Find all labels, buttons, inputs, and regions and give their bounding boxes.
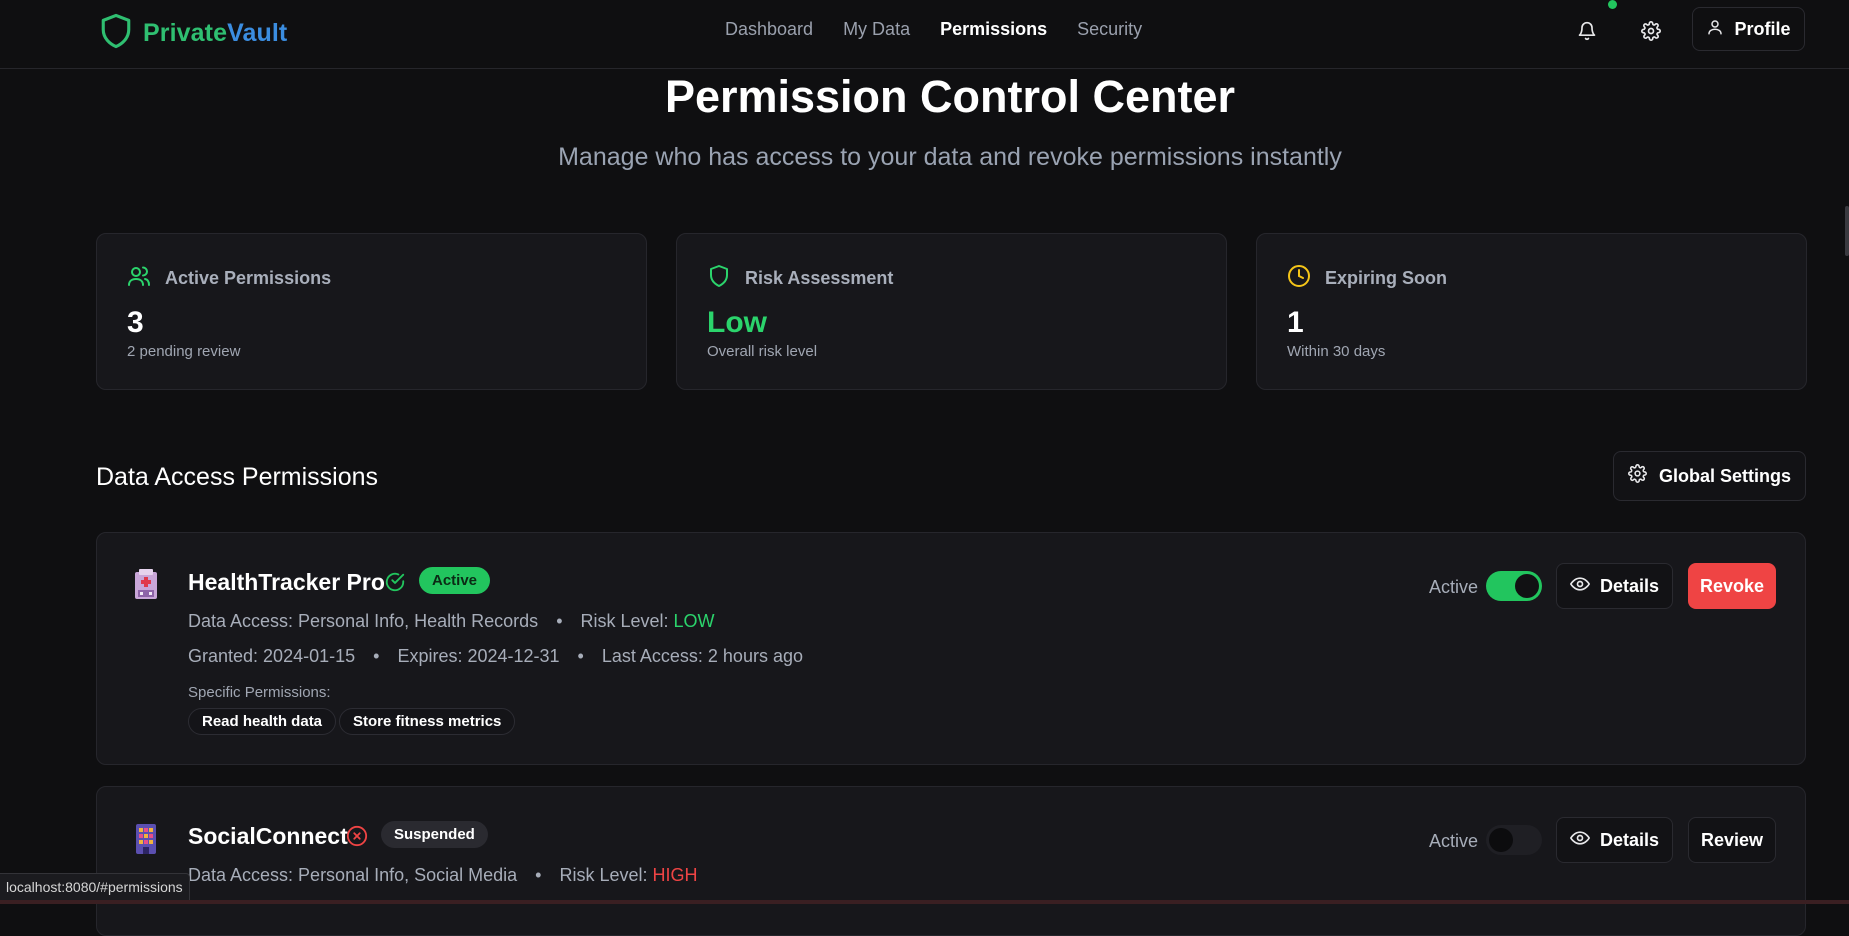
stat-note: Within 30 days: [1287, 343, 1386, 360]
check-circle-icon: [384, 571, 406, 598]
hospital-icon: [133, 569, 159, 599]
risk-label: Risk Level:: [580, 611, 674, 631]
permission-chip: Read health data: [188, 708, 337, 735]
app-name: HealthTracker Pro: [188, 569, 385, 595]
stat-title: Risk Assessment: [745, 268, 894, 288]
section-title: Data Access Permissions: [96, 463, 379, 491]
bell-icon[interactable]: [1572, 16, 1602, 46]
nav-security[interactable]: Security: [1077, 19, 1142, 40]
clock-icon: [1287, 264, 1311, 293]
permission-access-line: Data Access: Personal Info, Social Media…: [188, 865, 698, 885]
stat-value: 3: [127, 306, 144, 339]
details-button[interactable]: Details: [1556, 817, 1673, 863]
scrollbar-thumb[interactable]: [1845, 206, 1849, 256]
expires-date: Expires: 2024-12-31: [397, 646, 560, 666]
stat-note: 2 pending review: [127, 343, 241, 360]
building-icon: [133, 823, 159, 854]
brand-logo[interactable]: PrivateVault: [99, 12, 287, 55]
eye-icon: [1569, 828, 1590, 853]
eye-icon: [1569, 574, 1590, 599]
granted-date: Granted: 2024-01-15: [188, 646, 356, 666]
toggle-label: Active: [1429, 577, 1479, 597]
permission-access-line: Data Access: Personal Info, Health Recor…: [188, 611, 715, 631]
top-navbar: PrivateVault Dashboard My Data Permissio…: [0, 0, 1849, 69]
specific-permissions-label: Specific Permissions:: [188, 684, 331, 701]
global-settings-button[interactable]: Global Settings: [1613, 451, 1806, 501]
stat-value: 1: [1287, 306, 1304, 339]
user-icon: [1706, 18, 1724, 41]
review-button[interactable]: Review: [1688, 817, 1776, 863]
nav-dashboard[interactable]: Dashboard: [725, 19, 813, 40]
x-circle-icon: [346, 825, 368, 852]
status-badge: Suspended: [381, 821, 488, 848]
bottom-edge: [0, 900, 1849, 904]
app-name: SocialConnect: [188, 823, 348, 849]
data-access-text: Data Access: Personal Info, Social Media: [188, 865, 518, 885]
stat-note: Overall risk level: [707, 343, 818, 360]
risk-label: Risk Level:: [559, 865, 653, 885]
details-button[interactable]: Details: [1556, 563, 1673, 609]
permission-card-socialconnect: SocialConnect Suspended Data Access: Per…: [96, 786, 1806, 936]
page-title: Permission Control Center: [664, 71, 1236, 122]
profile-label: Profile: [1734, 18, 1791, 39]
page-subtitle: Manage who has access to your data and r…: [558, 143, 1342, 171]
stat-title: Active Permissions: [165, 268, 332, 288]
permission-card-healthtracker: HealthTracker Pro Active Data Access: Pe…: [96, 532, 1806, 765]
details-label: Details: [1599, 575, 1660, 596]
toggle-label: Active: [1429, 831, 1479, 851]
stat-card-header: Expiring Soon: [1287, 264, 1447, 293]
shield-logo-icon: [99, 12, 133, 55]
stat-card-header: Risk Assessment: [707, 264, 893, 293]
users-icon: [127, 264, 151, 293]
risk-value: LOW: [673, 611, 715, 631]
nav-my-data[interactable]: My Data: [843, 19, 910, 40]
details-label: Details: [1599, 829, 1660, 850]
stat-value: Low: [707, 306, 767, 339]
nav-permissions[interactable]: Permissions: [940, 19, 1047, 40]
status-badge: Active: [419, 567, 491, 594]
risk-value: HIGH: [652, 865, 698, 885]
stat-card-risk-assessment: Risk Assessment Low Overall risk level: [676, 233, 1227, 390]
stat-card-active-permissions: Active Permissions 3 2 pending review: [96, 233, 647, 390]
stat-title: Expiring Soon: [1325, 268, 1448, 288]
brand-name-part1: Private: [143, 19, 228, 47]
browser-status-url: localhost:8080/#permissions: [0, 873, 190, 901]
last-access: Last Access: 2 hours ago: [601, 646, 803, 666]
active-toggle[interactable]: [1486, 825, 1542, 855]
stat-card-header: Active Permissions: [127, 264, 331, 293]
stat-card-expiring-soon: Expiring Soon 1 Within 30 days: [1256, 233, 1807, 390]
notification-dot: [1608, 0, 1617, 9]
permission-dates-line: Granted: 2024-01-15 • Expires: 2024-12-31 •…: [188, 646, 803, 666]
brand-name-part2: Vault: [227, 19, 288, 47]
permission-chip: Store fitness metrics: [339, 708, 516, 735]
revoke-button[interactable]: Revoke: [1688, 563, 1776, 609]
global-settings-label: Global Settings: [1658, 465, 1791, 486]
gear-icon: [1628, 464, 1647, 488]
data-access-text: Data Access: Personal Info, Health Recor…: [188, 611, 539, 631]
brand-name: PrivateVault: [143, 19, 287, 48]
shield-icon: [707, 264, 731, 293]
active-toggle[interactable]: [1486, 571, 1542, 601]
gear-icon[interactable]: [1636, 16, 1666, 46]
main-nav: Dashboard My Data Permissions Security: [725, 19, 1142, 40]
profile-button[interactable]: Profile: [1692, 7, 1805, 51]
